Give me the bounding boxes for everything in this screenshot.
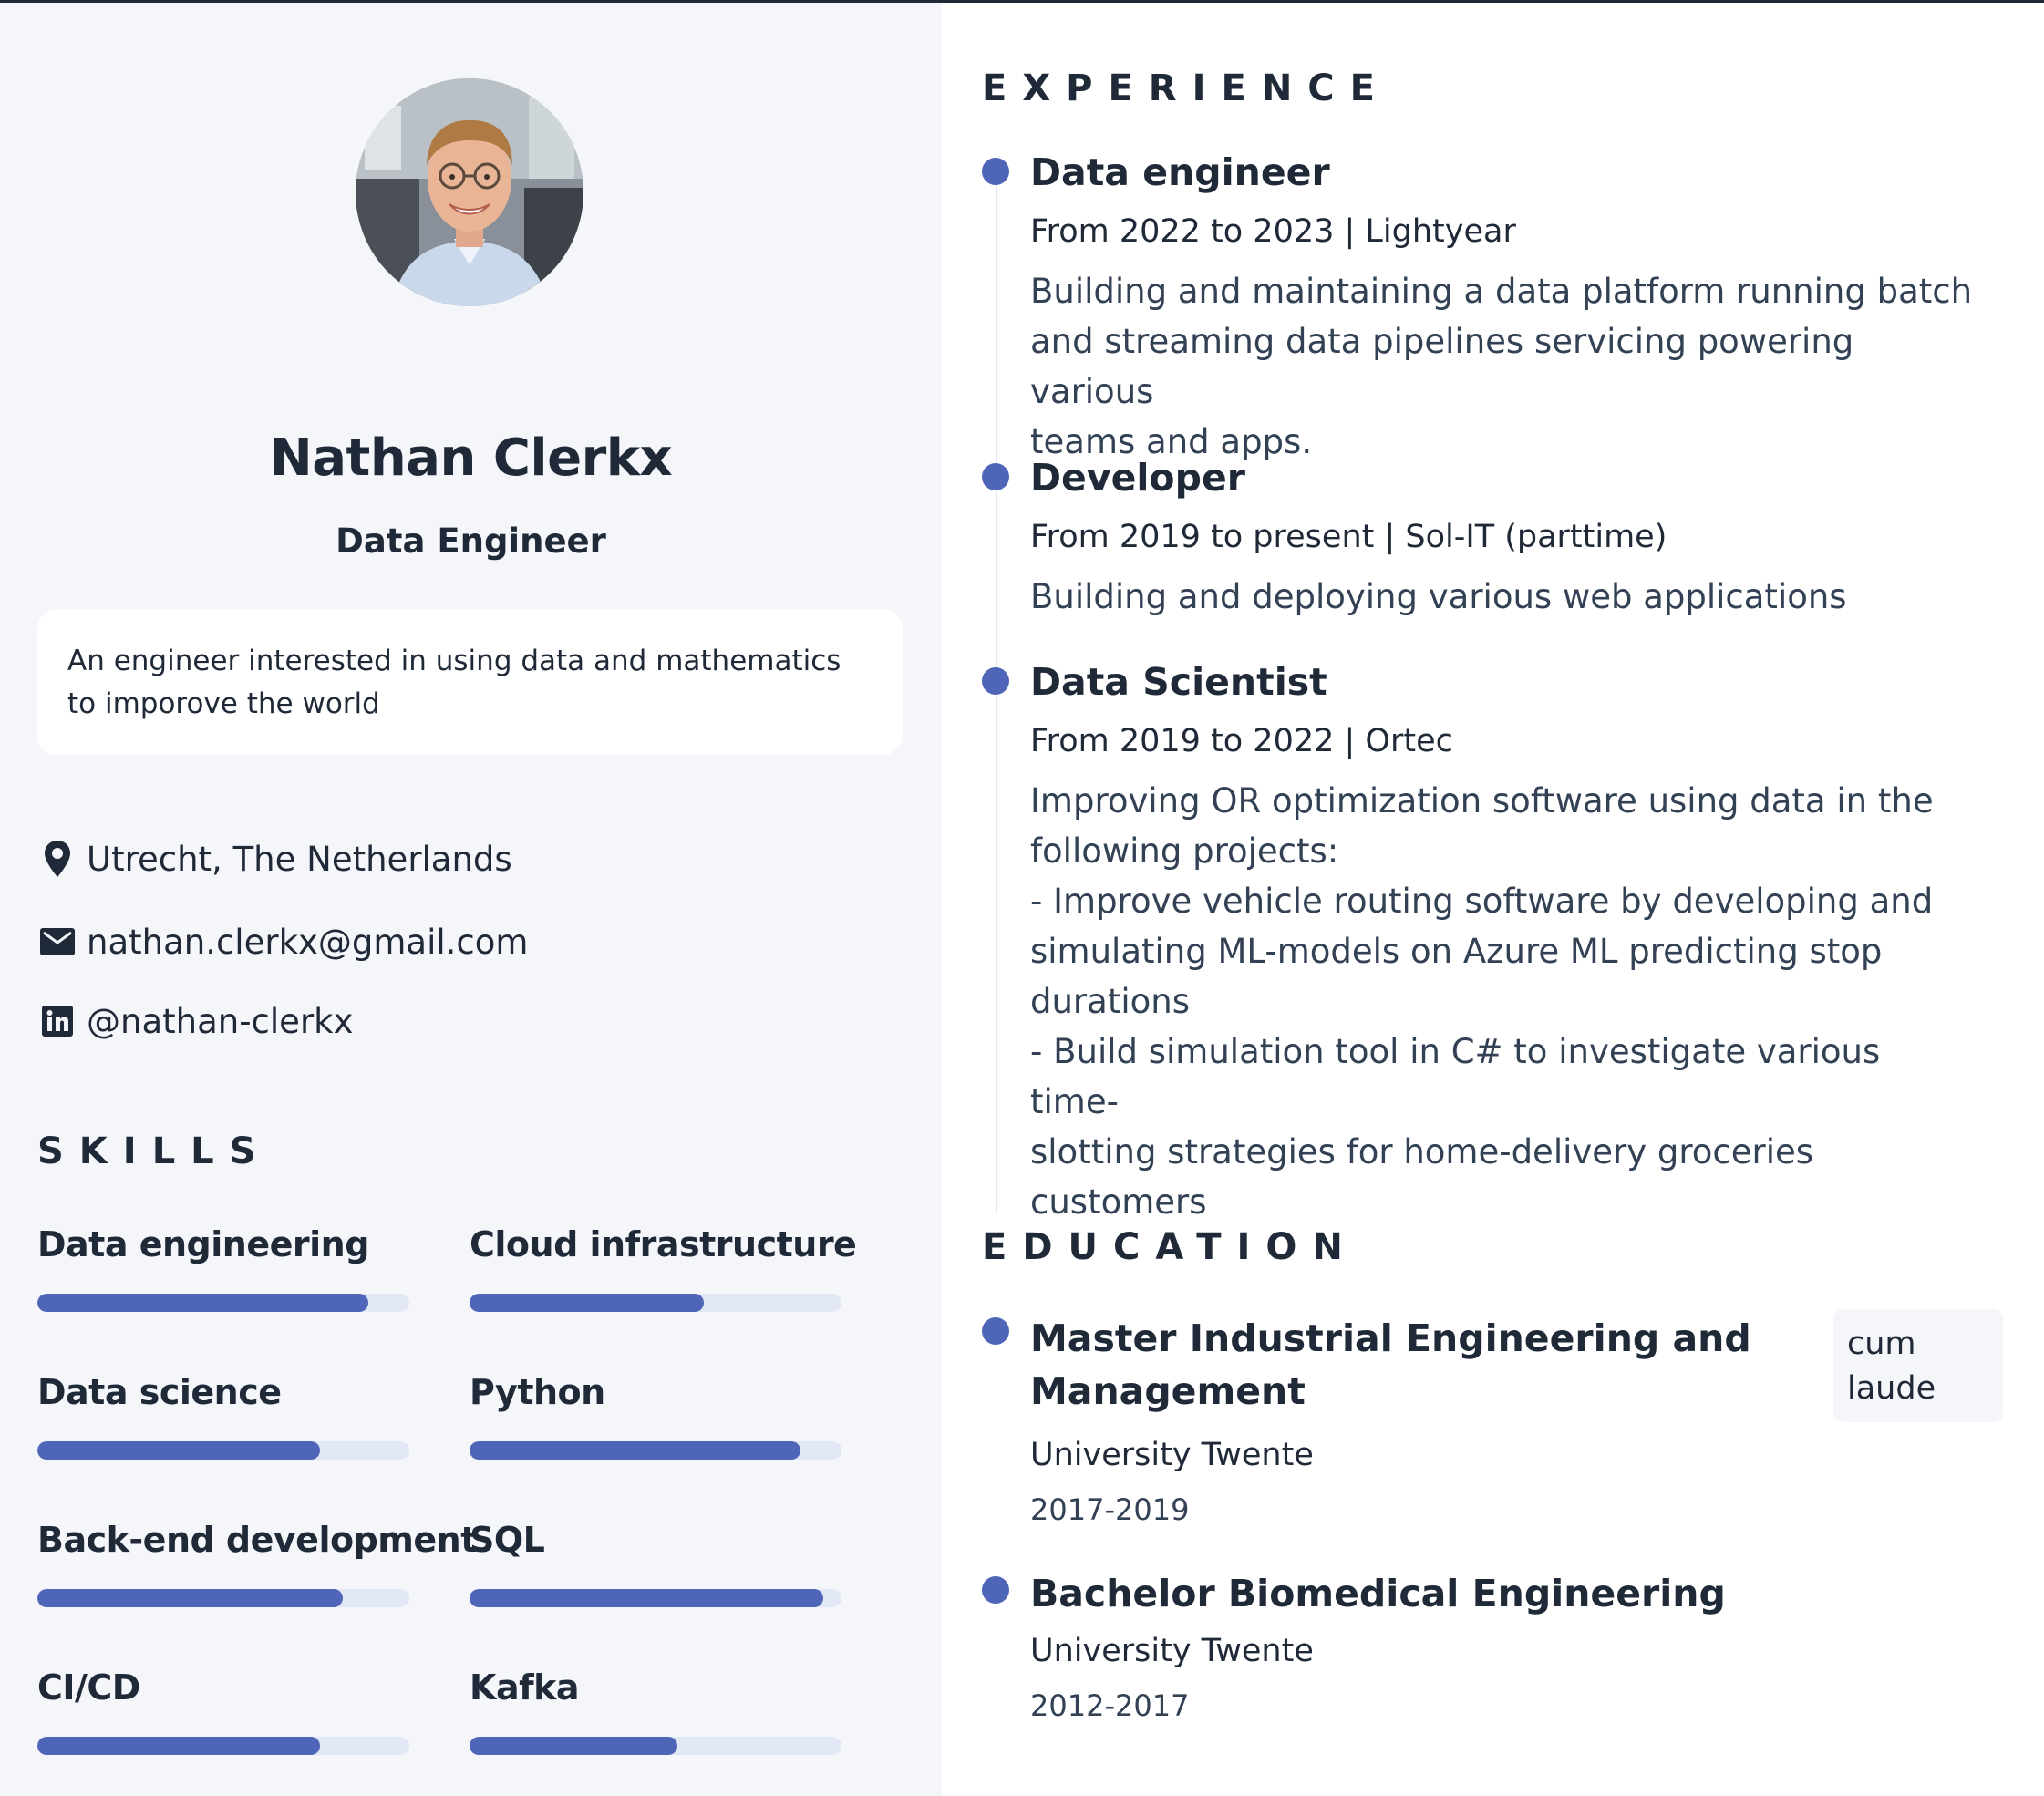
- education-heading: EDUCATION: [982, 1226, 1358, 1268]
- education-title: Bachelor Biomedical Engineering: [1030, 1572, 1726, 1615]
- job-meta: From 2022 to 2023 | Lightyear: [1030, 213, 1516, 250]
- skill-progress-track: [37, 1294, 409, 1312]
- skill-item: Cloud infrastructure: [470, 1217, 857, 1312]
- skill-label: Kafka: [470, 1667, 580, 1708]
- skill-label: Python: [470, 1372, 605, 1412]
- skill-progress-track: [37, 1737, 409, 1755]
- skill-progress-track: [470, 1294, 841, 1312]
- timeline-dot: [982, 1576, 1009, 1604]
- skill-progress-track: [470, 1589, 841, 1607]
- education-years: 2012-2017: [1030, 1688, 1190, 1723]
- education-institution: University Twente: [1030, 1633, 1314, 1669]
- skill-item: Kafka: [470, 1660, 843, 1755]
- job-title: Data engineer: [1030, 150, 1330, 194]
- job-description: Building and deploying various web appli…: [1030, 577, 1847, 616]
- skill-label: SQL: [470, 1520, 545, 1560]
- about-text: An engineer interested in using data and…: [67, 645, 841, 720]
- profile-name: Nathan Clerkx: [269, 428, 673, 488]
- skill-progress-fill: [37, 1737, 321, 1755]
- skill-progress-fill: [470, 1737, 678, 1755]
- skill-progress-track: [37, 1441, 409, 1460]
- skill-progress-track: [470, 1737, 841, 1755]
- avatar: [356, 78, 583, 306]
- job-description: Improving OR optimization software using…: [1030, 781, 1934, 1222]
- job-meta: From 2019 to present | Sol-IT (parttime): [1030, 519, 1667, 555]
- map-pin-icon: [39, 841, 76, 877]
- skill-progress-track: [470, 1441, 841, 1460]
- timeline-dot: [982, 1317, 1009, 1345]
- skill-item: Data science: [37, 1365, 411, 1460]
- education-title: Master Industrial Engineering and Manage…: [1030, 1316, 1751, 1413]
- location-text: Utrecht, The Netherlands: [87, 839, 512, 879]
- skill-progress-track: [37, 1589, 409, 1607]
- honors-badge: cum laude: [1833, 1309, 2003, 1422]
- avatar-photo: [356, 78, 583, 306]
- job-title: Data Scientist: [1030, 660, 1327, 704]
- skill-label: CI/CD: [37, 1667, 140, 1708]
- education-institution: University Twente: [1030, 1437, 1314, 1473]
- job-description: Building and maintaining a data platform…: [1030, 272, 1973, 461]
- skill-label: Data science: [37, 1372, 282, 1412]
- skills-heading: SKILLS: [37, 1130, 272, 1172]
- skill-progress-fill: [37, 1589, 343, 1607]
- profile-role: Data Engineer: [336, 521, 606, 561]
- contact-email[interactable]: nathan.clerkx@gmail.com: [39, 914, 528, 969]
- linkedin-icon: [39, 1003, 76, 1039]
- skill-label: Cloud infrastructure: [470, 1224, 857, 1264]
- job-title: Developer: [1030, 456, 1245, 500]
- education-years: 2017-2019: [1030, 1492, 1190, 1527]
- contact-linkedin[interactable]: @nathan-clerkx: [39, 994, 353, 1048]
- timeline-dot: [982, 158, 1009, 185]
- email-link[interactable]: nathan.clerkx@gmail.com: [87, 923, 528, 962]
- skill-progress-fill: [470, 1441, 801, 1460]
- job-meta: From 2019 to 2022 | Ortec: [1030, 723, 1453, 759]
- timeline-dot: [982, 463, 1009, 490]
- contact-location: Utrecht, The Netherlands: [39, 831, 512, 886]
- skill-item: Python: [470, 1365, 843, 1460]
- skill-item: SQL: [470, 1512, 843, 1607]
- linkedin-link[interactable]: @nathan-clerkx: [87, 1002, 353, 1041]
- skill-item: Data engineering: [37, 1217, 411, 1312]
- skill-item: CI/CD: [37, 1660, 411, 1755]
- about-card: An engineer interested in using data and…: [37, 609, 903, 755]
- experience-heading: EXPERIENCE: [982, 67, 1390, 109]
- skill-progress-fill: [470, 1589, 823, 1607]
- skill-progress-fill: [470, 1294, 705, 1312]
- mail-icon: [39, 924, 76, 960]
- skill-progress-fill: [37, 1441, 321, 1460]
- timeline-dot: [982, 667, 1009, 695]
- skill-item: Back-end development: [37, 1512, 477, 1607]
- skill-label: Data engineering: [37, 1224, 369, 1264]
- skill-progress-fill: [37, 1294, 369, 1312]
- skill-label: Back-end development: [37, 1520, 477, 1560]
